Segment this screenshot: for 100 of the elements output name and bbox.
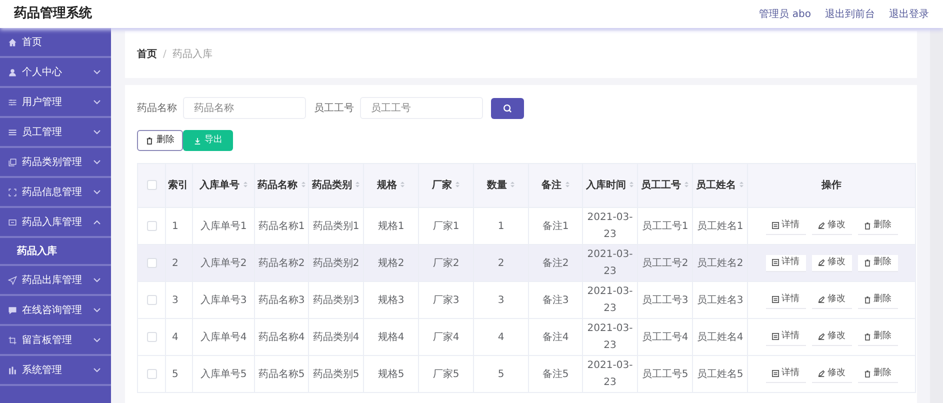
delete-button[interactable]: 删除	[858, 254, 898, 272]
table-cell: 药品类别4	[308, 318, 364, 356]
edit-icon	[818, 296, 824, 303]
sort-icon[interactable]	[242, 181, 248, 188]
edit-icon	[818, 333, 824, 340]
checkbox[interactable]	[146, 180, 156, 190]
sidebar-item[interactable]: 药品信息管理	[0, 178, 111, 208]
breadcrumb-link[interactable]: 首页	[137, 47, 157, 62]
edit-button[interactable]: 修改	[812, 328, 852, 346]
table-cell: 药品名称5	[254, 356, 308, 392]
sort-icon[interactable]	[739, 181, 744, 188]
edit-button[interactable]: 修改	[812, 292, 852, 308]
chat-icon	[8, 306, 17, 314]
breadcrumb-separator: /	[163, 48, 166, 62]
delete-button[interactable]: 删除	[137, 130, 183, 151]
table-cell: 药品类别3	[308, 282, 364, 318]
edit-button[interactable]: 修改	[812, 218, 852, 234]
search-field[interactable]: 员工工号	[360, 97, 483, 119]
table-cell: 备注5	[528, 356, 582, 392]
sidebar-item[interactable]: 首页	[0, 28, 111, 58]
checkbox[interactable]	[146, 332, 156, 342]
table-cell: 2021-03-23	[582, 318, 638, 356]
sidebar-item[interactable]: 留言板管理	[0, 326, 111, 356]
delete-button[interactable]: 删除	[858, 292, 898, 308]
checkbox[interactable]	[146, 368, 156, 379]
chevron-down-icon	[93, 189, 101, 195]
sidebar-item[interactable]: 在线咨询管理	[0, 296, 111, 326]
nav-link[interactable]: 退出登录	[889, 6, 929, 22]
details-button[interactable]: 详情	[766, 254, 806, 272]
table-cell: 员工工号5	[638, 356, 692, 392]
trash-icon	[146, 136, 152, 144]
bar-chart-icon	[8, 366, 17, 374]
search-icon	[503, 104, 512, 112]
checkbox[interactable]	[146, 258, 156, 268]
sort-icon[interactable]	[510, 181, 516, 188]
sort-icon[interactable]	[355, 181, 360, 188]
table-cell: 药品名称1	[254, 208, 308, 244]
table-cell: 员工工号2	[638, 244, 692, 282]
edit-button[interactable]: 修改	[812, 366, 852, 382]
table-cell: 4	[474, 318, 528, 356]
details-button[interactable]: 详情	[766, 292, 806, 308]
table-cell: 1	[166, 208, 192, 244]
document-icon	[772, 259, 778, 266]
paper-plane-icon	[8, 276, 17, 284]
submenu-item[interactable]: 药品入库	[0, 238, 111, 266]
table-cell: 厂家5	[418, 356, 474, 392]
nav-link[interactable]: 退出到前台	[825, 6, 875, 22]
delete-button[interactable]: 删除	[858, 328, 898, 346]
scrollbar[interactable]	[930, 28, 943, 403]
sidebar-item[interactable]: 用户管理	[0, 88, 111, 118]
sidebar-item[interactable]: 员工管理	[0, 118, 111, 148]
details-button[interactable]: 详情	[766, 328, 806, 346]
delete-button[interactable]: 删除	[858, 366, 898, 382]
details-button[interactable]: 详情	[766, 218, 806, 234]
edit-icon	[818, 370, 824, 377]
user-link[interactable]: 管理员 abo	[759, 6, 811, 22]
table-cell: 规格5	[364, 356, 418, 392]
sort-icon[interactable]	[629, 181, 634, 188]
table-cell: 5	[166, 356, 192, 392]
chevron-down-icon	[93, 277, 101, 283]
edit-button[interactable]: 修改	[812, 254, 852, 272]
details-button[interactable]: 详情	[766, 366, 806, 382]
chevron-down-icon	[93, 159, 101, 165]
search-button[interactable]	[491, 98, 524, 118]
sort-icon[interactable]	[564, 181, 570, 188]
checkbox[interactable]	[146, 220, 156, 231]
trash-icon	[864, 370, 870, 378]
table-cell: 厂家3	[418, 282, 474, 318]
table-cell: 2021-03-23	[582, 208, 638, 244]
chevron-down-icon	[93, 307, 101, 313]
chevron-down-icon	[93, 69, 101, 75]
table-cell: 药品名称2	[254, 244, 308, 282]
sort-icon[interactable]	[455, 181, 460, 188]
user-icon	[8, 68, 17, 76]
sort-icon[interactable]	[400, 181, 406, 188]
sidebar-item[interactable]: 个人中心	[0, 58, 111, 88]
table-cell: 2021-03-23	[582, 244, 638, 282]
field-label: 员工工号	[314, 102, 354, 116]
sidebar-item[interactable]: 药品类别管理	[0, 148, 111, 178]
table-cell: 2021-03-23	[582, 356, 638, 392]
table-cell: 员工姓名1	[692, 208, 748, 244]
document-icon	[772, 222, 778, 229]
chevron-down-icon	[93, 129, 101, 135]
frame-icon	[8, 188, 17, 196]
table-cell: 入库单号1	[192, 208, 254, 244]
sidebar-item[interactable]: 药品入库管理	[0, 208, 111, 238]
download-icon	[194, 136, 200, 144]
delete-button[interactable]: 删除	[858, 218, 898, 234]
checkbox[interactable]	[146, 294, 156, 305]
table-cell: 备注2	[528, 244, 582, 282]
sort-icon[interactable]	[300, 181, 306, 188]
sort-icon[interactable]	[684, 181, 690, 188]
sidebar-item[interactable]: 系统管理	[0, 356, 111, 386]
sidebar-item[interactable]: 药品出库管理	[0, 266, 111, 296]
table-cell: 员工姓名2	[692, 244, 748, 282]
table-cell: 员工工号4	[638, 318, 692, 356]
chevron-up-icon	[93, 219, 101, 225]
search-field[interactable]: 药品名称	[183, 97, 306, 119]
table-cell: 备注3	[528, 282, 582, 318]
table-cell: 3	[474, 282, 528, 318]
